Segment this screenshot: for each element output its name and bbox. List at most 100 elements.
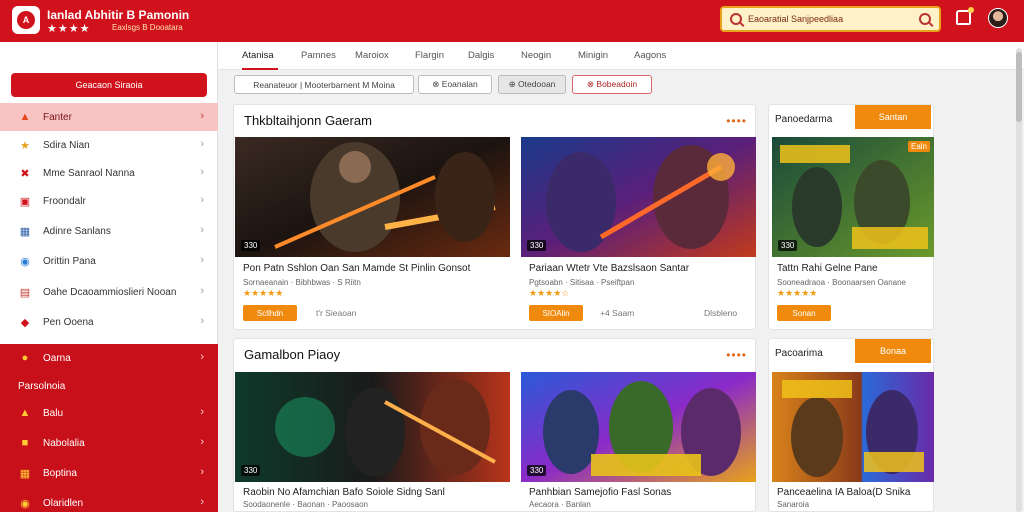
play-button[interactable]: SIOAlin [529, 305, 583, 321]
sidebar-item-label: Mme Sanraol Nanna [43, 167, 135, 179]
flame-icon: ▲ [19, 111, 31, 123]
search-bar[interactable]: Eaoaratial Sanjpeedliaa [720, 6, 941, 32]
sidebar-item-label: Sdira Nian [43, 139, 90, 151]
search-icon [730, 13, 742, 25]
app-logo[interactable]: A [12, 6, 40, 34]
book-icon: ▣ [19, 195, 31, 208]
sidebar-red-section: ● Oarna › Parsolnoia ▲ Balu › ■ Nabolali… [0, 344, 218, 512]
chevron-right-icon: › [200, 224, 204, 236]
star-rating: ★★★★★ [777, 288, 818, 298]
grid-icon: ▦ [19, 225, 31, 238]
game-title[interactable]: Panceaelina IA Baloa(D Snika [777, 487, 910, 498]
sidebar-red-item-4[interactable]: ◉ Olaridlen › [0, 489, 218, 512]
tab-4[interactable]: Dalgis [468, 50, 494, 61]
star-rating: ★★★★★ [243, 288, 284, 298]
filter-chip-3[interactable]: ⊗ Bobeadoin [572, 75, 652, 94]
sidebar-item-3[interactable]: ▣ Froondalr › [0, 187, 218, 215]
game-thumbnail[interactable] [772, 372, 934, 482]
globe-icon: ◉ [20, 255, 30, 268]
rating-badge: 330 [778, 240, 798, 251]
user-icon: ◉ [20, 497, 30, 510]
game-title[interactable]: Raobin No Afamchian Bafo Soiole Sidng Sa… [243, 487, 445, 498]
game-meta: Pgtsoabn · Sitisaa · Pseiftpan [529, 278, 635, 287]
sidebar-red-item-1[interactable]: ▲ Balu › [0, 399, 218, 427]
sidebar-red-item-0[interactable]: ● Oarna › [0, 344, 218, 372]
chevron-right-icon: › [200, 138, 204, 150]
brand-rating-stars: ★★★★ [47, 23, 91, 35]
tab-2[interactable]: Maroiox [355, 50, 389, 61]
star-icon: ● [21, 352, 29, 364]
sidebar-item-label: Fanter [43, 111, 72, 123]
sidebar-item-label: Boptina [43, 467, 77, 479]
shield-icon: ◆ [20, 316, 30, 329]
search-input[interactable]: Eaoaratial Sanjpeedliaa [748, 14, 919, 24]
chevron-right-icon: › [200, 315, 204, 327]
sidebar-item-6[interactable]: ▤ Oahe Dcaoammioslieri Nooan › [0, 278, 218, 306]
game-title[interactable]: Pon Patn Sshlon Oan San Mamde St Pinlin … [243, 263, 470, 274]
filter-chip-2[interactable]: ⊕ Otedooan [498, 75, 566, 94]
sidebar-item-0[interactable]: ▲ Fanter › [0, 103, 218, 131]
game-thumbnail[interactable]: 330 Ealn [772, 137, 934, 257]
scrollbar-thumb[interactable] [1016, 52, 1022, 122]
more-options-icon[interactable]: •••• [726, 114, 747, 128]
tab-3[interactable]: Flargin [415, 50, 444, 61]
tab-7[interactable]: Aagons [634, 50, 666, 61]
chevron-right-icon: › [200, 436, 204, 448]
sidebar-item-4[interactable]: ▦ Adinre Sanlans › [0, 217, 218, 245]
sidebar-item-label: Oarna [43, 352, 71, 364]
brand-subtitle: Eaxlsgs B Dooatara [112, 23, 183, 32]
game-thumbnail[interactable]: 330 [521, 372, 756, 482]
sidebar-cta-button[interactable]: Geacaon Siraoia [11, 73, 207, 97]
sidebar-section-label: Parsolnoia [18, 381, 66, 392]
section-panel-0: Thkbltaihjonn Gaeram •••• 330 Pon Patn S… [233, 104, 756, 330]
game-meta: Soodaonenle · Baonan · Paoosaon [243, 500, 368, 509]
game-meta: Aecaora · Banlan [529, 500, 591, 509]
game-meta: Sornaeanain · Bibhbwas · S Riitn [243, 278, 361, 287]
sidebar-item-label: Olaridlen [43, 497, 84, 509]
game-thumbnail[interactable]: 330 [235, 137, 510, 257]
game-thumbnail[interactable]: 330 [235, 372, 510, 482]
game-extra-label: Dlsbleno [704, 308, 738, 318]
sidebar-item-5[interactable]: ◉ Orittin Pana › [0, 247, 218, 275]
game-title[interactable]: Panhbian Samejofio Fasl Sonas [529, 487, 671, 498]
trophy-icon: ★ [20, 139, 30, 152]
chevron-right-icon: › [200, 254, 204, 266]
filter-chip-1[interactable]: ⊗ Eoanalan [418, 75, 492, 94]
game-thumbnail[interactable]: 330 [521, 137, 756, 257]
sidebar-item-2[interactable]: ✖ Mme Sanraol Nanna › [0, 159, 218, 187]
corner-label: Ealn [907, 141, 930, 152]
filter-chip-0[interactable]: Reanateuor | Mooterbarnent M Moina [234, 75, 414, 94]
chevron-right-icon: › [200, 351, 204, 363]
calendar-icon: ▦ [19, 467, 31, 480]
side-panel-title: Panoedarma [775, 114, 833, 125]
sidebar-item-7[interactable]: ◆ Pen Ooena › [0, 308, 218, 336]
search-submit-icon[interactable] [919, 13, 931, 25]
sidebar-item-label: Oahe Dcaoammioslieri Nooan [43, 286, 177, 298]
play-button[interactable]: Scllhdn [243, 305, 297, 321]
side-panel-tab[interactable]: Bonaa [855, 339, 931, 363]
gift-icon: ■ [21, 437, 29, 449]
side-panel-1: Pacoarima Bonaa Panceaelina IA Baloa(D S… [768, 338, 934, 512]
sidebar-red-item-2[interactable]: ■ Nabolalia › [0, 429, 218, 457]
tab-0[interactable]: Atanisa [242, 50, 274, 61]
user-avatar[interactable] [988, 8, 1008, 28]
tab-5[interactable]: Neogin [521, 50, 551, 61]
play-button[interactable]: Sonan [777, 305, 831, 321]
filter-bar: Reanateuor | Mooterbarnent M Moina ⊗ Eoa… [218, 70, 1024, 100]
game-title[interactable]: Tattn Rahi Gelne Pane [777, 263, 878, 274]
crossed-swords-icon: ✖ [20, 167, 30, 180]
chevron-right-icon: › [200, 166, 204, 178]
sidebar-red-item-3[interactable]: ▦ Boptina › [0, 459, 218, 487]
rating-badge: 330 [241, 465, 261, 476]
side-panel-tab[interactable]: Santan [855, 105, 931, 129]
chevron-right-icon: › [200, 110, 204, 122]
star-rating: ★★★★☆ [529, 288, 570, 298]
game-price: t'r Sieaoan [316, 308, 357, 318]
more-options-icon[interactable]: •••• [726, 348, 747, 362]
tab-1[interactable]: Pamnes [301, 50, 336, 61]
sidebar-item-1[interactable]: ★ Sdira Nian › [0, 131, 218, 159]
game-title[interactable]: Pariaan Wtetr Vte Bazslsaon Santar [529, 263, 689, 274]
sidebar-item-label: Orittin Pana [43, 255, 96, 267]
chevron-right-icon: › [200, 194, 204, 206]
tab-6[interactable]: Minigin [578, 50, 608, 61]
